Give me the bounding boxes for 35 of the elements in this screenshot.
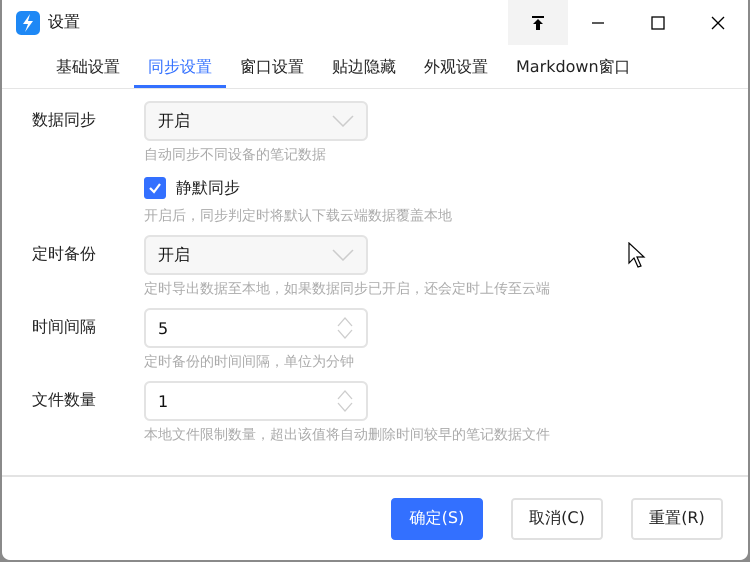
setting-hint: 开启后，同步判定时将默认下载云端数据覆盖本地 (144, 207, 452, 225)
checkbox-label: 静默同步 (176, 178, 240, 198)
chevron-down-icon (332, 115, 354, 127)
close-icon (710, 14, 726, 30)
setting-hint: 定时导出数据至本地，如果数据同步已开启，还会定时上传至云端 (144, 280, 550, 298)
checkmark-icon (148, 181, 162, 195)
setting-hint: 定时备份的时间间隔，单位为分钟 (144, 353, 354, 371)
pointer-icon (628, 242, 646, 270)
settings-tab[interactable]: 窗口设置 (226, 45, 318, 88)
setting-label: 时间间隔 (32, 316, 96, 338)
app-logo-icon (16, 10, 40, 34)
setting-hint: 本地文件限制数量，超出该值将自动删除时间较早的笔记数据文件 (144, 426, 550, 444)
window-title: 设置 (48, 12, 81, 33)
chevron-down-icon (332, 249, 354, 261)
pin-button[interactable] (508, 0, 568, 45)
settings-tab[interactable]: 贴边隐藏 (318, 45, 410, 88)
setting-hint: 自动同步不同设备的笔记数据 (144, 146, 326, 164)
settings-tab[interactable]: 外观设置 (410, 45, 502, 88)
setting-label: 定时备份 (32, 243, 96, 265)
setting-label: 文件数量 (32, 389, 96, 411)
dialog-button[interactable]: 取消(C) (511, 498, 603, 540)
settings-tab[interactable]: Markdown窗口 (502, 45, 645, 88)
setting-label: 数据同步 (32, 109, 96, 131)
number-field[interactable]: 5 (144, 308, 368, 348)
checkbox[interactable] (144, 177, 166, 199)
dropdown[interactable]: 开启 (144, 101, 368, 141)
number-field[interactable]: 1 (144, 381, 368, 421)
maximize-icon (650, 14, 666, 30)
dialog-button[interactable]: 重置(R) (631, 498, 723, 540)
settings-tab[interactable]: 基础设置 (42, 45, 134, 88)
confirm-button[interactable]: 确定(S) (391, 498, 483, 540)
minimize-icon (590, 22, 606, 24)
pin-to-top-icon (530, 14, 546, 30)
dropdown[interactable]: 开启 (144, 235, 368, 275)
settings-tab[interactable]: 同步设置 (134, 45, 226, 88)
